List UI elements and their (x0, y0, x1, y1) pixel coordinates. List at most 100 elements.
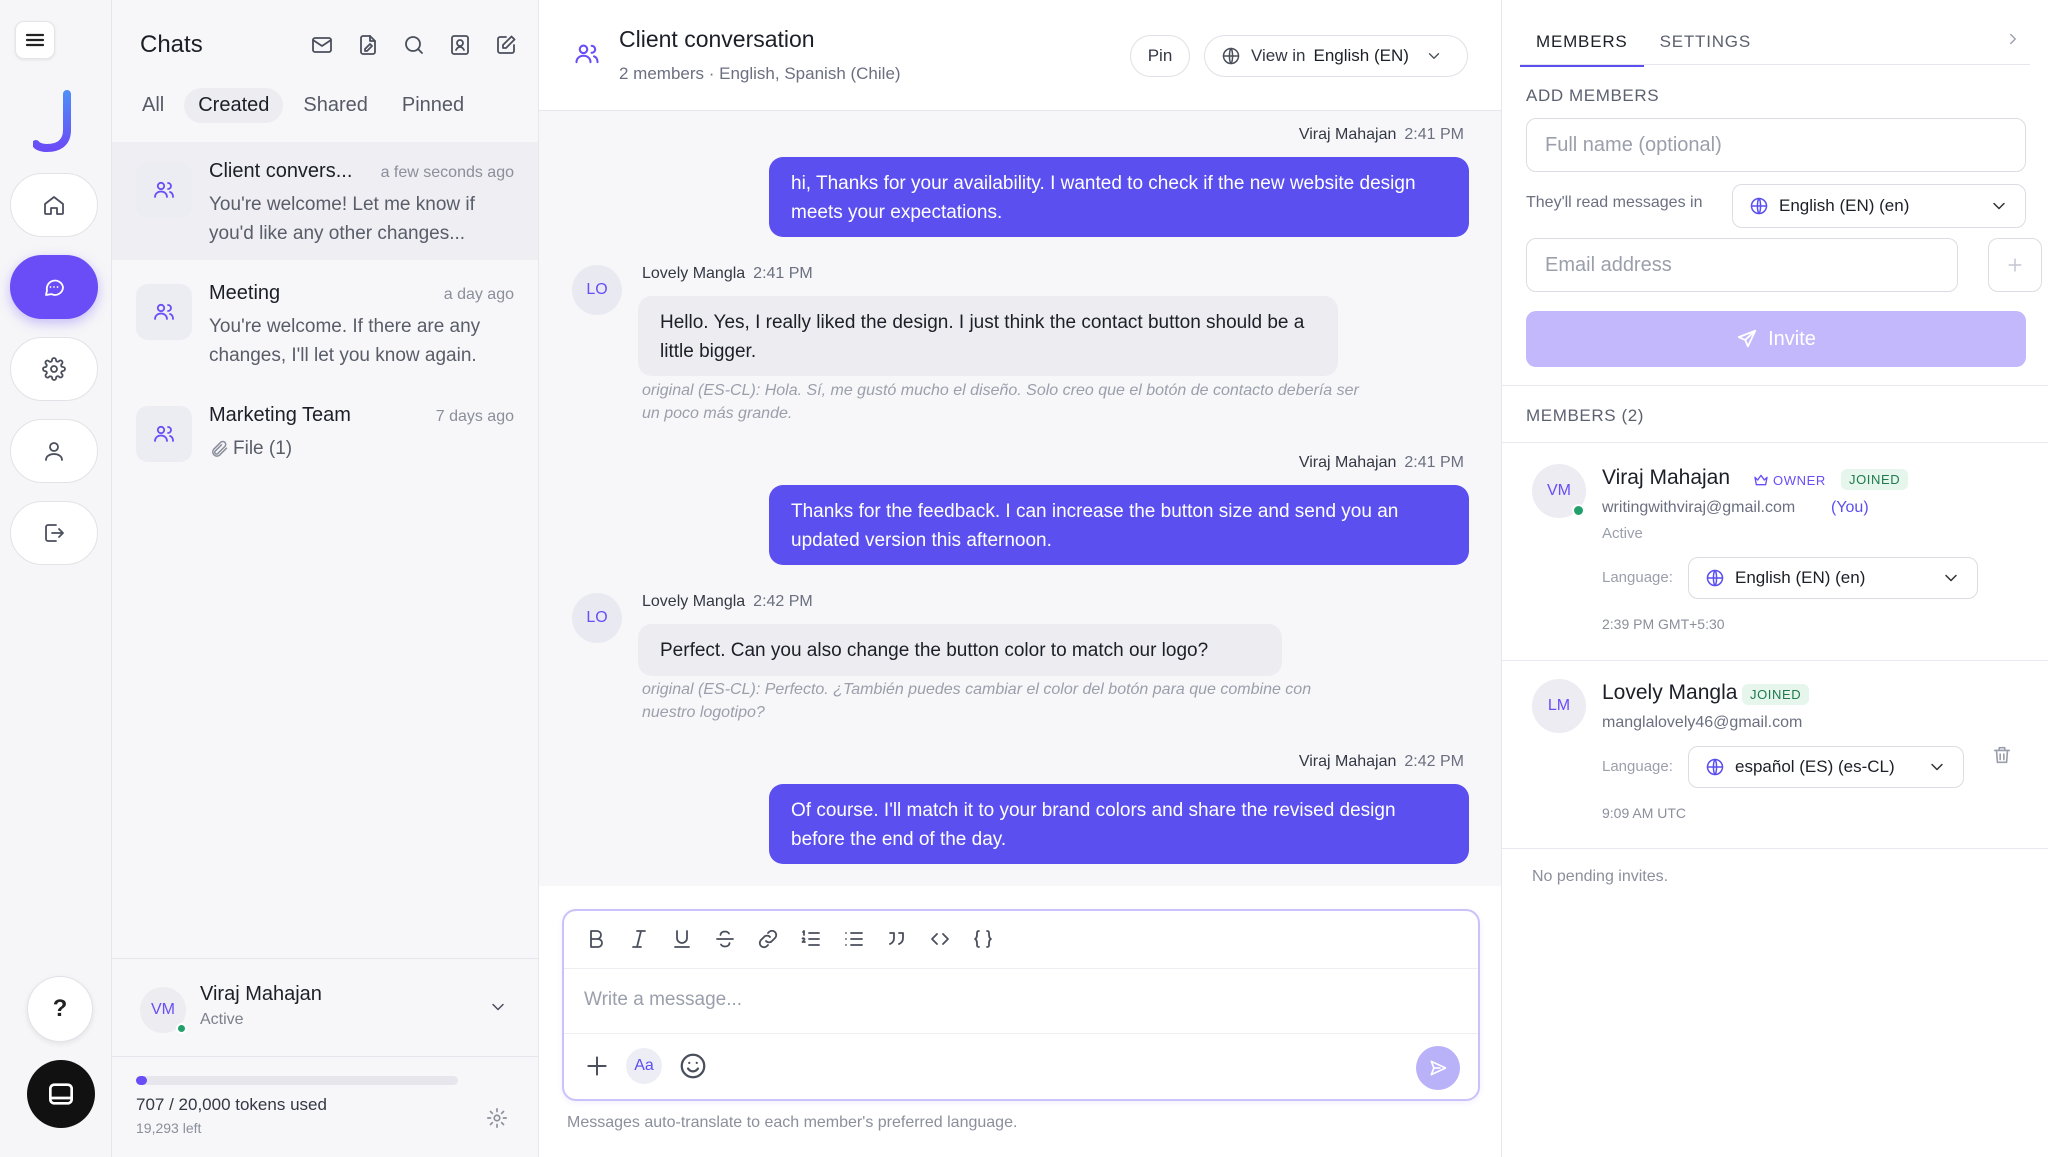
chat-item-client-conversation[interactable]: Client convers... a few seconds ago You'… (112, 142, 538, 260)
message-time: 2:41 PM (753, 265, 813, 282)
emoji-icon[interactable] (678, 1051, 708, 1081)
invite-button[interactable]: Invite (1526, 311, 2026, 367)
formatting-toolbar (584, 927, 995, 951)
support-chat-button[interactable] (27, 1060, 95, 1128)
settings-button[interactable] (10, 337, 98, 401)
gear-icon (42, 357, 66, 381)
gear-icon[interactable] (486, 1107, 508, 1129)
chat-item-meeting[interactable]: Meeting a day ago You're welcome. If the… (112, 264, 538, 382)
chevron-down-icon (1931, 763, 1943, 771)
joined-badge: JOINED (1841, 469, 1909, 490)
member-language-select[interactable]: English (EN) (en) (1688, 557, 1978, 599)
text-format-button[interactable]: Aa (626, 1048, 662, 1084)
help-button[interactable]: ? (27, 976, 93, 1042)
logout-icon (45, 524, 64, 542)
plus-icon[interactable] (584, 1053, 610, 1079)
chevron-down-icon (1428, 53, 1440, 59)
sender-name: Viraj Mahajan (1298, 126, 1397, 143)
tab-members[interactable]: MEMBERS (1520, 22, 1644, 67)
underline-icon[interactable] (670, 927, 694, 951)
group-icon (136, 284, 192, 340)
send-button[interactable] (1416, 1046, 1460, 1090)
bold-icon[interactable] (584, 927, 608, 951)
compose-icon[interactable] (494, 33, 518, 57)
chat-item-marketing-team[interactable]: Marketing Team 7 days ago File (1) (112, 386, 538, 504)
members-count-label: MEMBERS (2) (1526, 406, 1645, 425)
profile-button[interactable] (10, 419, 98, 483)
strikethrough-icon[interactable] (713, 927, 737, 951)
read-language-select[interactable]: English (EN) (en) (1732, 184, 2026, 228)
token-progress-bar (136, 1076, 458, 1085)
link-icon[interactable] (756, 927, 780, 951)
italic-icon[interactable] (627, 927, 651, 951)
view-language-select[interactable]: View in English (EN) (1204, 35, 1468, 77)
logout-button[interactable] (10, 501, 98, 565)
contacts-icon[interactable] (448, 33, 472, 57)
quote-icon[interactable] (885, 927, 909, 951)
divider (1502, 442, 2048, 443)
mail-icon[interactable] (310, 33, 334, 57)
owner-badge: OWNER (1745, 469, 1834, 491)
you-indicator: (You) (1831, 499, 1869, 516)
chat-bubble-icon (45, 279, 64, 296)
tabs-divider (1520, 64, 2030, 65)
email-field[interactable]: Email address (1526, 238, 1958, 292)
sender-name: Lovely Mangla (642, 265, 746, 282)
crown-icon (1754, 474, 1768, 486)
member-status: Active (1602, 525, 1643, 542)
message-bubble-outgoing[interactable]: Thanks for the feedback. I can increase … (769, 485, 1469, 565)
trash-icon[interactable] (1991, 744, 2013, 766)
menu-icon[interactable] (15, 21, 55, 59)
tokens-left: 19,293 left (136, 1120, 202, 1136)
read-messages-label: They'll read messages in (1526, 194, 1703, 211)
full-name-field[interactable]: Full name (optional) (1526, 118, 2026, 172)
plus-icon (2008, 258, 2022, 272)
chat-time: a day ago (443, 286, 514, 303)
message-input[interactable] (584, 985, 1444, 1015)
ordered-list-icon[interactable] (799, 927, 823, 951)
member-language-select[interactable]: español (ES) (es-CL) (1688, 746, 1964, 788)
paperclip-icon (212, 440, 228, 457)
tab-shared[interactable]: Shared (289, 88, 382, 123)
code-icon[interactable] (928, 927, 952, 951)
chat-name: Marketing Team (209, 404, 351, 426)
file-pen-icon[interactable] (356, 33, 380, 57)
app-logo (33, 90, 79, 152)
home-icon (44, 196, 64, 215)
bullet-list-icon[interactable] (842, 927, 866, 951)
read-language-value: English (EN) (en) (1779, 196, 1910, 215)
pin-button[interactable]: Pin (1130, 35, 1190, 77)
add-email-button[interactable] (1988, 238, 2042, 292)
chat-name: Meeting (209, 282, 281, 304)
message-bubble-incoming[interactable]: Perfect. Can you also change the button … (638, 624, 1282, 676)
message-bubble-outgoing[interactable]: Of course. I'll match it to your brand c… (769, 784, 1469, 864)
group-icon (136, 162, 192, 218)
current-user[interactable]: VM Viraj Mahajan Active (112, 958, 538, 1056)
code-block-icon[interactable] (971, 927, 995, 951)
members-panel: MEMBERS SETTINGS ADD MEMBERS Full name (… (1501, 0, 2048, 1157)
chevron-right-icon[interactable] (2004, 30, 2022, 48)
member-local-time: 9:09 AM UTC (1602, 805, 1687, 821)
message-bubble-incoming[interactable]: Hello. Yes, I really liked the design. I… (638, 296, 1338, 376)
tab-created[interactable]: Created (184, 88, 284, 123)
chats-button[interactable] (10, 255, 98, 319)
tab-pinned[interactable]: Pinned (388, 88, 478, 123)
message-bubble-outgoing[interactable]: hi, Thanks for your availability. I want… (769, 157, 1469, 237)
divider (1502, 385, 2048, 386)
user-icon (45, 442, 63, 461)
composer-divider (564, 968, 1478, 969)
chevron-down-icon (1993, 202, 2005, 210)
language-label: Language: (1602, 758, 1673, 775)
home-button[interactable] (10, 173, 98, 237)
tab-all[interactable]: All (128, 88, 178, 123)
support-chat-icon (49, 1083, 73, 1105)
message-time: 2:41 PM (1404, 454, 1464, 471)
search-icon[interactable] (402, 33, 426, 57)
app-rail: ? (0, 0, 112, 1157)
right-panel-tabs: MEMBERS SETTINGS (1520, 22, 1767, 67)
chevron-down-icon[interactable] (488, 997, 508, 1017)
online-indicator (176, 1023, 187, 1034)
user-name: Viraj Mahajan (200, 983, 322, 1005)
token-usage: 707 / 20,000 tokens used 19,293 left (112, 1056, 538, 1157)
tab-settings[interactable]: SETTINGS (1644, 22, 1767, 67)
